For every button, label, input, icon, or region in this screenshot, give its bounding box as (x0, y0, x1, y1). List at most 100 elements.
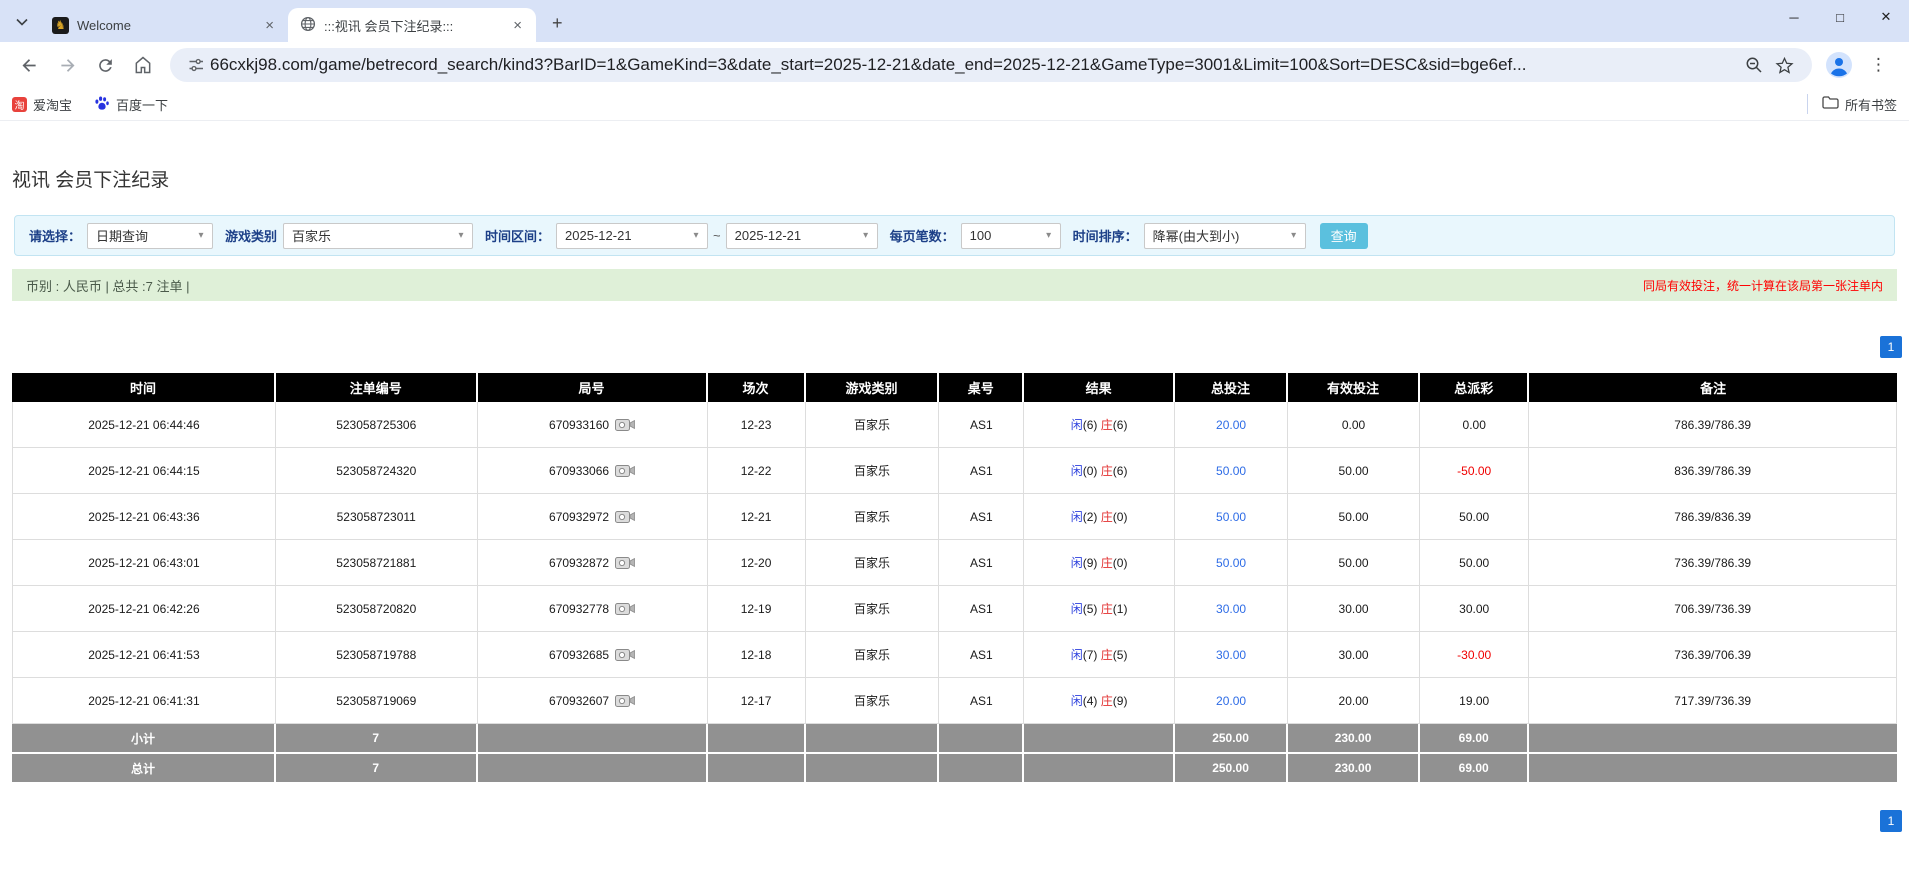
page-content: 视讯 会员下注纪录 请选择： 日期查询 ▾ 游戏类别 百家乐 ▾ 时间区间： 2… (0, 165, 1909, 832)
tab-close-icon[interactable]: × (509, 17, 526, 34)
result-cell: 闲(9) 庄(0) (1024, 540, 1175, 586)
column-header: 局号 (478, 373, 708, 402)
chevron-down-icon: ▾ (1038, 230, 1060, 241)
tab-search-button[interactable] (8, 8, 36, 36)
valid-bet-cell: 20.00 (1288, 678, 1420, 724)
close-window-button[interactable]: ✕ (1863, 0, 1909, 34)
sort-label: 时间排序： (1073, 226, 1138, 245)
chevron-down-icon: ▾ (1283, 230, 1305, 241)
game-video-icon[interactable] (615, 463, 635, 478)
game-type-value: 百家乐 (292, 226, 331, 245)
back-button[interactable] (12, 48, 46, 82)
total-bet-link[interactable]: 50.00 (1216, 464, 1246, 478)
session-cell: 12-17 (708, 678, 806, 724)
time-cell: 2025-12-21 06:44:15 (12, 448, 276, 494)
total-row-cell-0: 总计 (12, 754, 276, 784)
game-type-cell: 百家乐 (806, 448, 940, 494)
tab-welcome[interactable]: ♞ Welcome × (40, 8, 288, 42)
round-cell: 670933066 (478, 448, 708, 494)
game-type-select[interactable]: 百家乐 ▾ (283, 223, 473, 249)
date-end-value: 2025-12-21 (735, 228, 802, 243)
welcome-favicon-icon: ♞ (52, 17, 69, 34)
total-row-cell-3 (708, 754, 806, 784)
total-bet-link[interactable]: 20.00 (1216, 418, 1246, 432)
time-cell: 2025-12-21 06:43:36 (12, 494, 276, 540)
bookmark-baidu[interactable]: 百度一下 (94, 95, 168, 114)
total-row-cell-7: 250.00 (1175, 754, 1288, 784)
game-video-icon[interactable] (615, 647, 635, 662)
valid-bet-cell: 50.00 (1288, 540, 1420, 586)
total-row-cell-2 (478, 754, 708, 784)
tab-title: :::视讯 会员下注纪录::: (324, 16, 509, 35)
total-bet-link[interactable]: 30.00 (1216, 648, 1246, 662)
game-video-icon[interactable] (615, 555, 635, 570)
column-header: 游戏类别 (806, 373, 940, 402)
page-number-button[interactable]: 1 (1880, 810, 1902, 832)
payout-cell: 50.00 (1420, 540, 1529, 586)
bookmark-aitaobao[interactable]: 淘 爱淘宝 (12, 95, 72, 114)
total-row-cell-1: 7 (276, 754, 478, 784)
total-bet-cell: 30.00 (1175, 586, 1288, 632)
payout-cell: 50.00 (1420, 494, 1529, 540)
note-cell: 786.39/786.39 (1529, 402, 1897, 448)
reload-button[interactable] (88, 48, 122, 82)
tab-bet-records[interactable]: :::视讯 会员下注纪录::: × (288, 8, 536, 42)
table-no-cell: AS1 (939, 402, 1024, 448)
taobao-icon: 淘 (12, 97, 27, 112)
url-text[interactable]: 66cxkj98.com/game/betrecord_search/kind3… (210, 55, 1739, 75)
total-bet-link[interactable]: 20.00 (1216, 694, 1246, 708)
browser-menu-icon[interactable]: ⋮ (1864, 55, 1893, 75)
time-cell: 2025-12-21 06:42:26 (12, 586, 276, 632)
sort-value: 降幂(由大到小) (1153, 226, 1240, 245)
maximize-button[interactable]: □ (1817, 0, 1863, 34)
valid-bet-cell: 50.00 (1288, 494, 1420, 540)
new-tab-button[interactable]: + (544, 13, 571, 34)
payout-cell: -30.00 (1420, 632, 1529, 678)
tab-close-icon[interactable]: × (261, 17, 278, 34)
site-settings-icon[interactable] (188, 57, 204, 73)
bookmarks-bar: 淘 爱淘宝 百度一下 所有书签 (0, 88, 1909, 121)
per-page-select[interactable]: 100 ▾ (961, 223, 1061, 249)
browser-tab-strip: ♞ Welcome × :::视讯 会员下注纪录::: × + ─ □ ✕ (0, 0, 1909, 42)
game-type-cell: 百家乐 (806, 494, 940, 540)
date-start-select[interactable]: 2025-12-21 ▾ (556, 223, 708, 249)
table-row: 2025-12-21 06:41:31523058719069670932607… (12, 678, 1897, 724)
column-header: 注单编号 (276, 373, 478, 402)
currency-summary-text: 币别 : 人民币 | 总共 :7 注单 | (26, 276, 190, 295)
zoom-out-icon[interactable] (1745, 56, 1763, 74)
table-row: 2025-12-21 06:44:46523058725306670933160… (12, 402, 1897, 448)
url-bar[interactable]: 66cxkj98.com/game/betrecord_search/kind3… (170, 48, 1812, 82)
result-cell: 闲(7) 庄(5) (1024, 632, 1175, 678)
page-number-button[interactable]: 1 (1880, 336, 1902, 358)
round-number: 670932872 (549, 556, 609, 570)
minimize-button[interactable]: ─ (1771, 0, 1817, 34)
total-bet-link[interactable]: 50.00 (1216, 556, 1246, 570)
bet-id-cell: 523058720820 (276, 586, 478, 632)
time-cell: 2025-12-21 06:41:31 (12, 678, 276, 724)
total-bet-link[interactable]: 30.00 (1216, 602, 1246, 616)
game-video-icon[interactable] (615, 693, 635, 708)
valid-bet-cell: 30.00 (1288, 586, 1420, 632)
subtotal-row-cell-8: 230.00 (1288, 724, 1420, 754)
search-button[interactable]: 查询 (1320, 223, 1368, 249)
game-video-icon[interactable] (615, 601, 635, 616)
sort-select[interactable]: 降幂(由大到小) ▾ (1144, 223, 1306, 249)
total-bet-link[interactable]: 50.00 (1216, 510, 1246, 524)
total-row-cell-9: 69.00 (1420, 754, 1529, 784)
date-end-select[interactable]: 2025-12-21 ▾ (726, 223, 878, 249)
query-type-select[interactable]: 日期查询 ▾ (87, 223, 213, 249)
game-video-icon[interactable] (615, 509, 635, 524)
table-no-cell: AS1 (939, 586, 1024, 632)
profile-avatar[interactable] (1826, 52, 1852, 78)
subtotal-row-cell-5 (939, 724, 1024, 754)
game-video-icon[interactable] (615, 417, 635, 432)
bookmark-star-icon[interactable] (1775, 56, 1794, 75)
forward-button[interactable] (50, 48, 84, 82)
table-row: 2025-12-21 06:43:01523058721881670932872… (12, 540, 1897, 586)
home-button[interactable] (126, 48, 160, 82)
session-cell: 12-22 (708, 448, 806, 494)
column-header: 总派彩 (1420, 373, 1529, 402)
round-cell: 670932778 (478, 586, 708, 632)
all-bookmarks-button[interactable]: 所有书签 (1822, 95, 1897, 114)
filter-panel: 请选择： 日期查询 ▾ 游戏类别 百家乐 ▾ 时间区间： 2025-12-21 … (14, 215, 1895, 256)
